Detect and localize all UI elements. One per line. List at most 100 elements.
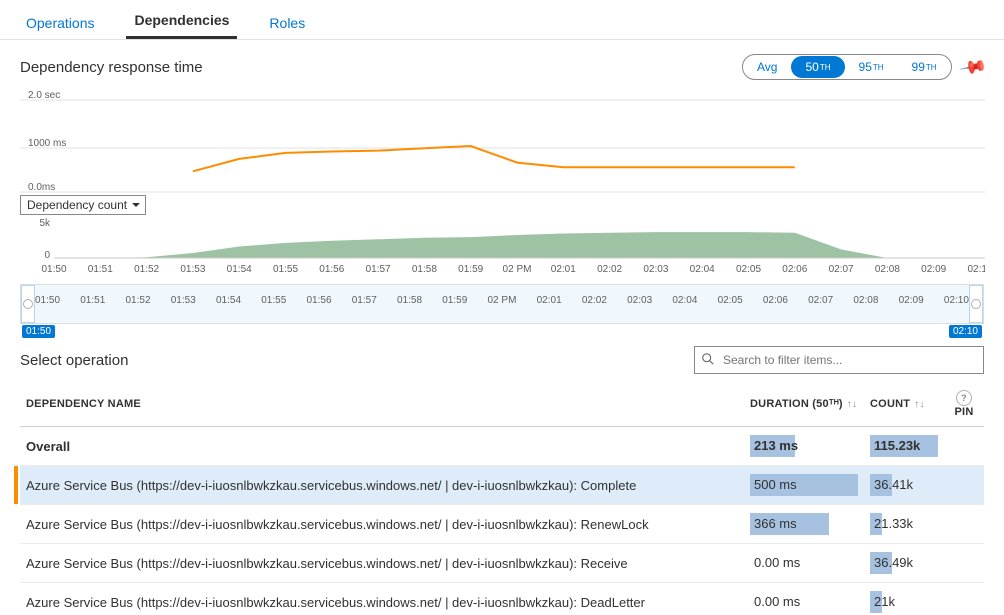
cell-pin[interactable] xyxy=(944,427,984,466)
slider-tick: 02 PM xyxy=(488,295,517,306)
x-tick: 02:08 xyxy=(875,264,900,275)
dependency-count-dropdown[interactable]: Dependency count xyxy=(20,195,146,215)
cell-pin[interactable] xyxy=(944,583,984,615)
slider-tick: 02:05 xyxy=(718,295,743,306)
y-tick-top: 2.0 sec xyxy=(28,90,60,101)
table-row[interactable]: Azure Service Bus (https://dev-i-iuosnlb… xyxy=(20,544,984,583)
cell-duration: 500 ms xyxy=(744,466,864,505)
section-header: Dependency response time Avg 50TH 95TH 9… xyxy=(0,40,1004,84)
cell-duration: 366 ms xyxy=(744,505,864,544)
table-row[interactable]: Azure Service Bus (https://dev-i-iuosnlb… xyxy=(20,583,984,615)
cell-pin[interactable] xyxy=(944,544,984,583)
slider-tick: 02:10 xyxy=(944,295,969,306)
dependency-count-area xyxy=(54,232,980,258)
cell-count: 21k xyxy=(864,583,944,615)
cell-duration: 0.00 ms xyxy=(744,583,864,615)
count-tick-top: 5k xyxy=(39,218,51,229)
x-tick: 01:55 xyxy=(273,264,298,275)
grip-icon xyxy=(23,299,33,309)
slider-tick: 02:01 xyxy=(537,295,562,306)
col-dependency-name[interactable]: Dependency name xyxy=(20,380,744,427)
slider-tick: 02:09 xyxy=(899,295,924,306)
slider-tick: 01:51 xyxy=(80,295,105,306)
cell-pin[interactable] xyxy=(944,466,984,505)
cell-duration: 213 ms xyxy=(744,427,864,466)
x-tick: 01:57 xyxy=(366,264,391,275)
pill-50th[interactable]: 50TH xyxy=(791,56,844,78)
cell-dependency-name: Azure Service Bus (https://dev-i-iuosnlb… xyxy=(20,544,744,583)
slider-tick: 02:02 xyxy=(582,295,607,306)
x-tick: 02:04 xyxy=(690,264,715,275)
tab-dependencies[interactable]: Dependencies xyxy=(126,2,237,39)
slider-handle-left[interactable]: 01:50 xyxy=(21,285,35,323)
x-tick: 01:59 xyxy=(458,264,483,275)
col-count[interactable]: Count↑↓ xyxy=(864,380,944,427)
table-row[interactable]: Azure Service Bus (https://dev-i-iuosnlb… xyxy=(20,505,984,544)
cell-dependency-name: Azure Service Bus (https://dev-i-iuosnlb… xyxy=(20,505,744,544)
slider-tick: 02:03 xyxy=(627,295,652,306)
slider-handle-right[interactable]: 02:10 xyxy=(969,285,983,323)
slider-tick: 01:59 xyxy=(442,295,467,306)
x-tick: 02:02 xyxy=(597,264,622,275)
x-tick: 01:58 xyxy=(412,264,437,275)
slider-tick: 01:57 xyxy=(352,295,377,306)
dependency-table: Dependency name Duration (50ᵀᴴ)↑↓ Count↑… xyxy=(20,380,984,615)
x-tick: 02:06 xyxy=(782,264,807,275)
cell-count: 21.33k xyxy=(864,505,944,544)
cell-dependency-name: Azure Service Bus (https://dev-i-iuosnlb… xyxy=(20,466,744,505)
slider-tick: 02:08 xyxy=(853,295,878,306)
y-tick-bot: 0.0ms xyxy=(28,182,55,193)
tab-roles[interactable]: Roles xyxy=(261,5,313,39)
x-tick: 02:03 xyxy=(643,264,668,275)
time-range-slider[interactable]: 01:50 01:5001:5101:5201:5301:5401:5501:5… xyxy=(20,284,984,324)
cell-count: 115.23k xyxy=(864,427,944,466)
slider-tick: 01:56 xyxy=(307,295,332,306)
cell-pin[interactable] xyxy=(944,505,984,544)
pill-99th[interactable]: 99TH xyxy=(898,56,951,78)
tab-bar: Operations Dependencies Roles xyxy=(0,0,1004,40)
slider-tick: 02:06 xyxy=(763,295,788,306)
x-tick: 02:09 xyxy=(921,264,946,275)
slider-tick: 01:58 xyxy=(397,295,422,306)
slider-tick: 01:53 xyxy=(171,295,196,306)
col-duration[interactable]: Duration (50ᵀᴴ)↑↓ xyxy=(744,380,864,427)
percentile-toggle: Avg 50TH 95TH 99TH xyxy=(742,54,952,80)
pill-95th[interactable]: 95TH xyxy=(845,56,898,78)
y-tick-mid: 1000 ms xyxy=(28,138,66,149)
slider-tick: 01:52 xyxy=(126,295,151,306)
search-wrapper xyxy=(694,346,984,374)
pin-icon[interactable]: 📌 xyxy=(958,52,988,82)
cell-count: 36.41k xyxy=(864,466,944,505)
table-row[interactable]: Azure Service Bus (https://dev-i-iuosnlb… xyxy=(20,466,984,505)
sort-icon: ↑↓ xyxy=(847,399,857,410)
slider-tick: 02:04 xyxy=(672,295,697,306)
x-tick: 01:53 xyxy=(180,264,205,275)
response-time-line xyxy=(193,146,795,171)
pill-avg[interactable]: Avg xyxy=(743,56,791,78)
slider-tick-labels: 01:5001:5101:5201:5301:5401:5501:5601:57… xyxy=(21,285,983,306)
table-row[interactable]: Overall213 ms115.23k xyxy=(20,427,984,466)
slider-end-label: 02:10 xyxy=(949,325,982,338)
x-tick: 02:07 xyxy=(829,264,854,275)
cell-dependency-name: Overall xyxy=(20,427,744,466)
x-tick: 01:50 xyxy=(41,264,66,275)
help-icon[interactable]: ? xyxy=(956,390,972,406)
cell-count: 36.49k xyxy=(864,544,944,583)
count-tick-bot: 0 xyxy=(44,250,50,261)
cell-duration: 0.00 ms xyxy=(744,544,864,583)
sort-icon: ↑↓ xyxy=(914,399,924,410)
x-tick: 02:10 xyxy=(967,264,985,275)
grip-icon xyxy=(971,299,981,309)
page-title: Dependency response time xyxy=(20,59,203,76)
charts: 2.0 sec 1000 ms 0.0ms 5k 0 01:50 01:51 01:… xyxy=(0,84,1004,284)
col-pin: ? Pin xyxy=(944,380,984,427)
response-time-chart: 2.0 sec 1000 ms 0.0ms 5k 0 01:50 01:51 01:… xyxy=(20,84,985,284)
select-operation-title: Select operation xyxy=(20,352,128,369)
slider-start-label: 01:50 xyxy=(22,325,55,338)
x-tick: 01:54 xyxy=(227,264,252,275)
x-tick: 01:51 xyxy=(88,264,113,275)
slider-tick: 01:54 xyxy=(216,295,241,306)
cell-dependency-name: Azure Service Bus (https://dev-i-iuosnlb… xyxy=(20,583,744,615)
search-input[interactable] xyxy=(694,346,984,374)
tab-operations[interactable]: Operations xyxy=(18,5,102,39)
